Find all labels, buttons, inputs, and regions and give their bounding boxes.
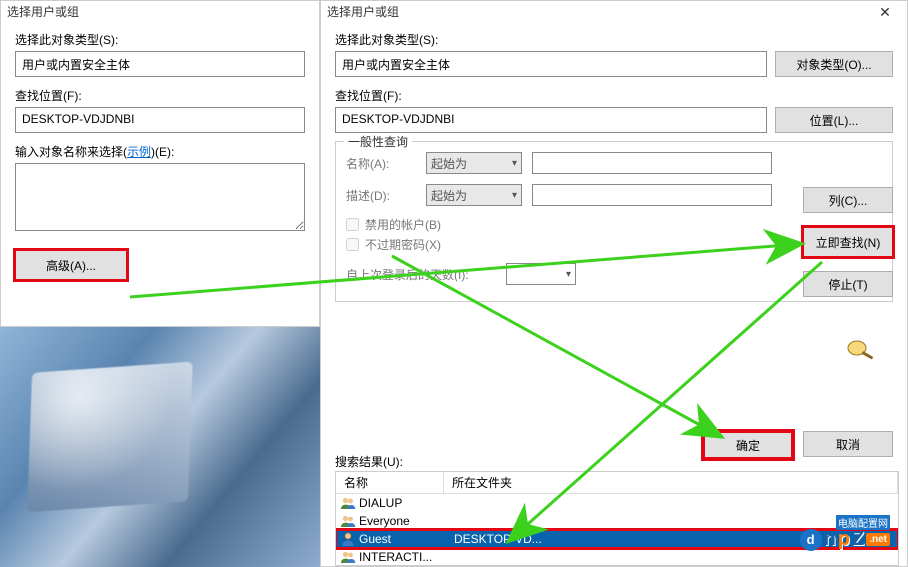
object-type-field[interactable]: 用户或内置安全主体 — [15, 51, 305, 77]
select-user-dialog-advanced: 选择用户或组 ✕ 选择此对象类型(S): 用户或内置安全主体 对象类型(O)..… — [320, 0, 908, 567]
enter-names-label: 输入对象名称来选择(示例)(E): — [15, 143, 305, 160]
search-results-list[interactable]: 名称 所在文件夹 DIALUP Everyone GuestDESKTOP-VD..… — [335, 471, 899, 566]
disabled-accounts-checkbox[interactable]: 禁用的帐户(B) — [346, 216, 882, 233]
name-input[interactable] — [532, 152, 772, 174]
location-field[interactable]: DESKTOP-VDJDNBI — [15, 107, 305, 133]
object-type-label: 选择此对象类型(S): — [335, 31, 893, 48]
description-label: 描述(D): — [346, 187, 426, 204]
results-row[interactable]: DIALUP — [336, 494, 898, 512]
result-name: Everyone — [359, 514, 451, 528]
cancel-button[interactable]: 取消 — [803, 431, 893, 457]
location-field[interactable]: DESKTOP-VDJDNBI — [335, 107, 767, 133]
name-match-combo[interactable]: 起始为▾ — [426, 152, 522, 174]
select-user-dialog-basic: 选择用户或组 选择此对象类型(S): 用户或内置安全主体 查找位置(F): DE… — [0, 0, 320, 327]
results-header: 名称 所在文件夹 — [336, 472, 898, 494]
group-icon — [340, 549, 356, 565]
ok-button[interactable]: 确定 — [703, 431, 793, 459]
desc-match-combo[interactable]: 起始为▾ — [426, 184, 522, 206]
description-input[interactable] — [532, 184, 772, 206]
object-type-field[interactable]: 用户或内置安全主体 — [335, 51, 767, 77]
watermark-logo: 电脑配置网 d n p Z .net — [800, 528, 890, 551]
checkbox-icon — [346, 238, 359, 251]
dialog-title: 选择用户或组 — [1, 1, 319, 23]
group-icon — [340, 513, 356, 529]
locations-button[interactable]: 位置(L)... — [775, 107, 893, 133]
chevron-down-icon: ▾ — [566, 269, 571, 280]
stop-button[interactable]: 停止(T) — [803, 271, 893, 297]
chevron-down-icon: ▾ — [512, 158, 517, 169]
result-name: INTERACTI... — [359, 550, 451, 564]
object-names-input[interactable] — [15, 163, 305, 231]
find-now-button[interactable]: 立即查找(N) — [803, 227, 893, 257]
days-since-logon-label: 自上次登录后的天数(I): — [346, 266, 506, 283]
object-type-label: 选择此对象类型(S): — [15, 31, 305, 48]
days-combo[interactable]: ▾ — [506, 263, 576, 285]
user-icon — [340, 531, 356, 547]
group-icon — [340, 495, 356, 511]
location-label: 查找位置(F): — [15, 87, 305, 104]
close-icon[interactable]: ✕ — [865, 1, 905, 21]
search-results-label: 搜索结果(U): — [335, 453, 403, 470]
no-expire-password-checkbox[interactable]: 不过期密码(X) — [346, 236, 882, 253]
columns-button[interactable]: 列(C)... — [803, 187, 893, 213]
search-icon — [845, 337, 879, 361]
result-name: DIALUP — [359, 496, 451, 510]
group-legend: 一般性查询 — [344, 133, 412, 150]
chevron-down-icon: ▾ — [512, 190, 517, 201]
object-types-button[interactable]: 对象类型(O)... — [775, 51, 893, 77]
column-name[interactable]: 名称 — [336, 472, 444, 493]
column-folder[interactable]: 所在文件夹 — [444, 472, 898, 493]
result-folder: DESKTOP-VD... — [454, 532, 542, 546]
name-label: 名称(A): — [346, 155, 426, 172]
result-name: Guest — [359, 532, 451, 546]
dialog-title: 选择用户或组 ✕ — [321, 1, 907, 23]
example-link[interactable]: 示例 — [127, 145, 151, 159]
checkbox-icon — [346, 218, 359, 231]
advanced-button[interactable]: 高级(A)... — [15, 250, 127, 280]
location-label: 查找位置(F): — [335, 87, 893, 104]
